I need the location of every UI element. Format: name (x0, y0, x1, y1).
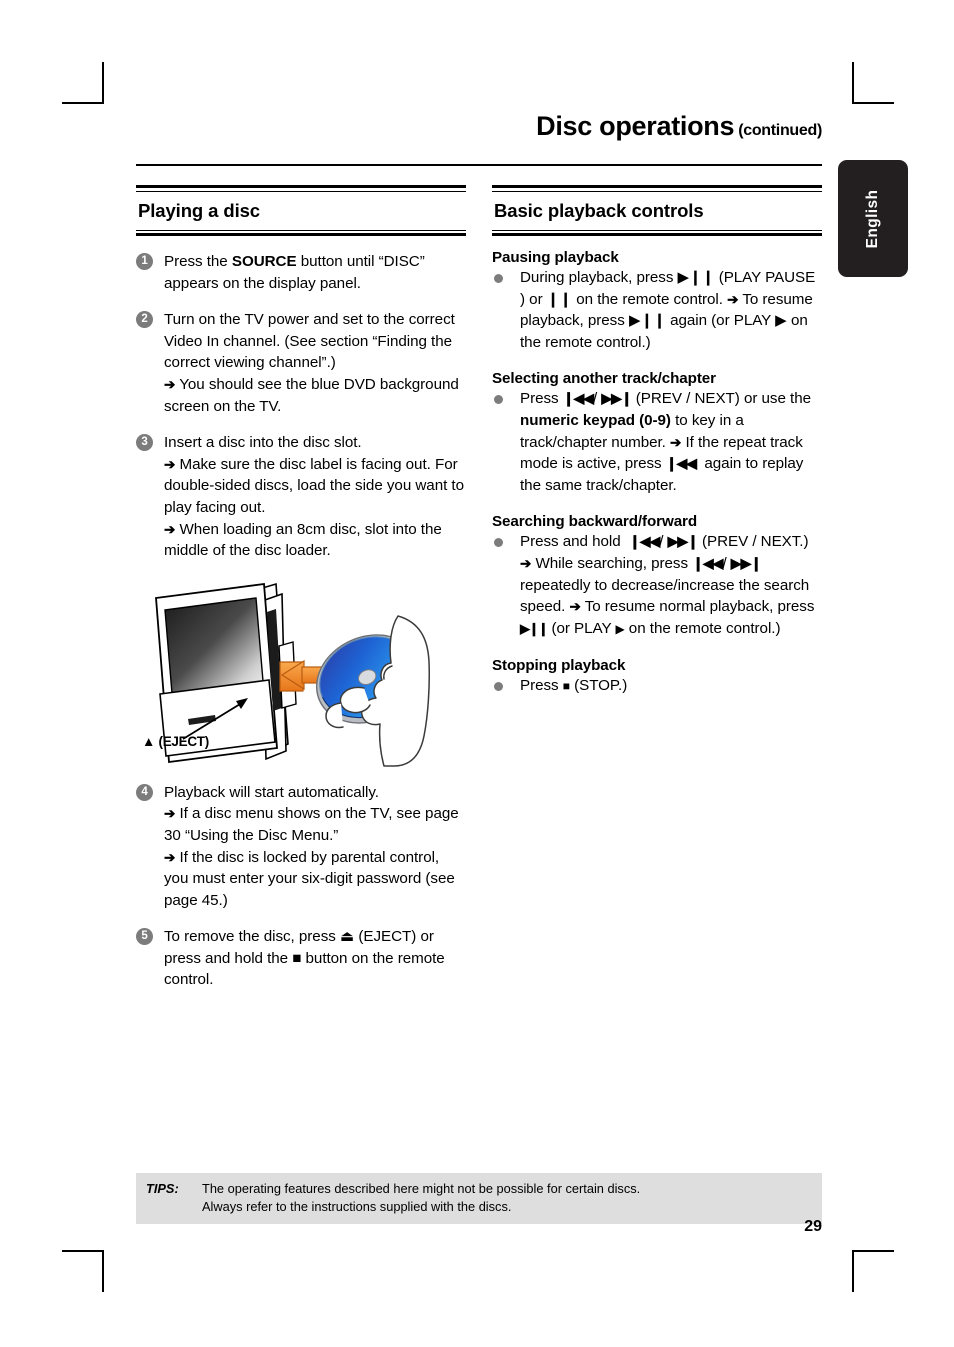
language-tab: English (838, 160, 908, 277)
bullet-text: Press and hold ❙◀◀/ ▶▶❙ (PREV / NEXT.) (520, 533, 809, 551)
next-icon: ▶▶❙ (730, 554, 762, 571)
step-subnote: ➔ If the disc is locked by parental cont… (164, 848, 455, 909)
subsection-title-pausing: Pausing playback (492, 249, 619, 266)
illustration-svg: ▲ (EJECT) (142, 582, 430, 767)
bullet-dot-icon (494, 538, 503, 548)
step-text: Playback will start automatically. (164, 783, 379, 801)
bullet-dot-icon (494, 274, 503, 283)
arrow-icon: ➔ (164, 806, 176, 822)
prev-icon: ❙◀◀ (692, 554, 723, 571)
arrow-icon: ➔ (164, 521, 176, 537)
language-tab-label: English (864, 189, 881, 248)
subsection-title-stopping: Stopping playback (492, 657, 626, 675)
arrow-icon: ➔ (727, 291, 739, 307)
step-text: To remove the disc, press ⏏ (EJECT) or p… (164, 928, 445, 989)
crop-mark-top-left (62, 62, 112, 112)
heading-rule-bottom (136, 229, 466, 236)
prev-icon: ❙◀◀ (665, 455, 697, 472)
page-title-continued: (continued) (738, 122, 822, 139)
bullet-dot-icon (494, 395, 503, 405)
right-heading-text: Basic playback controls (494, 199, 704, 221)
step-text: Turn on the TV power and set to the corr… (164, 311, 455, 372)
bullet-item: Press and hold ❙◀◀/ ▶▶❙ (PREV / NEXT.) ➔… (492, 531, 822, 640)
step-subnote: ➔ When loading an 8cm disc, slot into th… (164, 520, 442, 560)
tips-label-spacer (146, 1198, 202, 1216)
step-subnote: ➔ If a disc menu shows on the TV, see pa… (164, 805, 459, 844)
header-divider (136, 164, 822, 166)
step-item: 2 Turn on the TV power and set to the co… (136, 309, 466, 417)
step-number-badge: 1 (136, 253, 153, 270)
section-heading-basic-playback-controls: Basic playback controls (492, 185, 822, 236)
prev-icon: ❙◀◀ (628, 533, 660, 550)
arrow-icon: ➔ (164, 849, 176, 865)
section-heading-playing-a-disc: Playing a disc (136, 185, 466, 236)
two-column-body: Playing a disc 1 Press the SOURCE button… (136, 185, 822, 991)
step-item: 4 Playback will start automatically. ➔ I… (136, 782, 466, 912)
left-heading-text: Playing a disc (138, 199, 260, 221)
crop-mark-bottom-right (842, 1240, 894, 1292)
bullet-item: Press ■ (STOP.) (492, 675, 822, 698)
step-number-badge: 5 (136, 928, 153, 946)
stop-icon: ■ (562, 679, 570, 694)
arrow-icon: ➔ (520, 555, 532, 571)
bullet-dot-icon (494, 682, 503, 692)
crop-mark-bottom-left (62, 1240, 112, 1292)
subsection-title-selecting-track: Selecting another track/chapter (492, 370, 716, 388)
subsection-title-searching: Searching backward/forward (492, 513, 698, 531)
prev-icon: ❙◀◀ (562, 390, 594, 407)
tips-label: TIPS: (146, 1181, 179, 1196)
source-keyword: SOURCE (231, 253, 297, 270)
tips-row-1: TIPS: The operating features described h… (136, 1180, 822, 1198)
arrow-icon: ➔ (569, 599, 581, 615)
step-number-badge: 2 (136, 311, 153, 329)
page-content: Disc operations (continued) Playing a dis… (136, 110, 822, 1260)
eject-caption: ▲ (EJECT) (142, 734, 209, 749)
step-number-badge: 3 (136, 434, 153, 452)
tips-row-2: Always refer to the instructions supplie… (136, 1198, 822, 1216)
step-item: 5 To remove the disc, press ⏏ (EJECT) or… (136, 926, 466, 991)
step-number-badge: 4 (136, 783, 153, 801)
arrow-icon: ➔ (670, 434, 682, 450)
step-text: Insert a disc into the disc slot. (164, 434, 362, 452)
step-item: 1 Press the SOURCE button until “DISC” a… (136, 251, 466, 294)
step-subnote: ➔ You should see the blue DVD background… (164, 375, 459, 415)
tips-line-1: The operating features described here mi… (202, 1181, 641, 1196)
step-text: Press the SOURCE button until “DISC” app… (164, 253, 425, 292)
bullet-subnote: ➔ To resume normal playback, press ▶❙❙ (… (520, 598, 815, 637)
play-pause-icon: ▶❙❙ (520, 620, 549, 636)
play-icon: ▶ (615, 621, 625, 636)
bullet-text: Press ■ (STOP.) (520, 677, 628, 695)
arrow-icon: ➔ (164, 456, 176, 472)
crop-mark-top-right (842, 62, 894, 112)
bullet-item: During playback, press ▶❙❙ (PLAY PAUSE )… (492, 267, 822, 353)
page-header: Disc operations (continued) (136, 110, 822, 160)
step-item: 3 Insert a disc into the disc slot. ➔ Ma… (136, 432, 466, 562)
arrow-icon: ➔ (164, 376, 176, 392)
next-icon: ▶▶❙ (601, 390, 632, 407)
next-icon: ▶▶❙ (667, 533, 699, 550)
step-subnote: ➔ Make sure the disc label is facing out… (164, 455, 465, 516)
heading-rule-bottom (492, 229, 822, 236)
right-column: Basic playback controls Pausing playback… (492, 185, 822, 991)
tips-line-2: Always refer to the instructions supplie… (202, 1198, 512, 1214)
bullet-item: Press ❙◀◀/ ▶▶❙ (PREV / NEXT) or use the … (492, 388, 822, 496)
numeric-keypad-keyword: numeric keypad (0-9) (520, 411, 671, 429)
disc-insertion-illustration: ▲ (EJECT) (136, 576, 466, 776)
left-column: Playing a disc 1 Press the SOURCE button… (136, 185, 466, 991)
tips-box: TIPS: The operating features described h… (136, 1173, 822, 1224)
page-title: Disc operations (continued) (536, 111, 822, 141)
page-number: 29 (804, 1218, 822, 1235)
